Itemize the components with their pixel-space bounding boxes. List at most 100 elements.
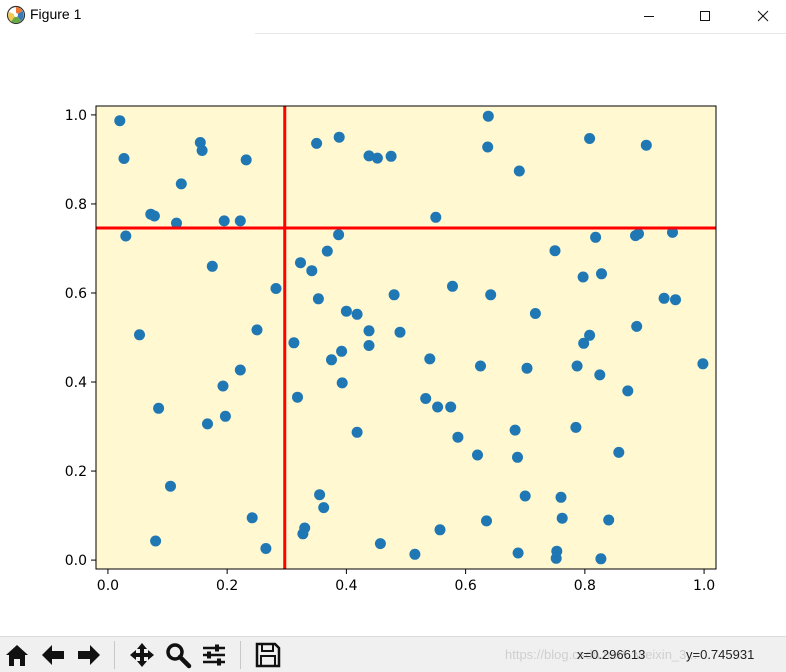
scatter-point	[549, 245, 561, 257]
scatter-point	[118, 153, 130, 164]
x-tick-label: 0.0	[97, 578, 119, 594]
scatter-point	[594, 369, 606, 381]
home-button[interactable]	[1, 640, 33, 670]
scatter-point	[584, 329, 596, 341]
save-button[interactable]	[252, 640, 284, 670]
scatter-point	[234, 364, 246, 376]
scatter-point	[150, 535, 162, 547]
y-tick-label: 1.0	[65, 108, 87, 124]
scatter-point	[409, 548, 421, 560]
scatter-point	[371, 152, 383, 164]
scatter-point	[292, 391, 303, 403]
scatter-point	[512, 547, 524, 559]
scatter-point	[336, 377, 348, 389]
scatter-point	[658, 292, 670, 304]
scatter-point	[482, 141, 494, 153]
home-icon	[6, 645, 28, 666]
maximize-button[interactable]	[682, 0, 728, 32]
configure-subplots-icon	[203, 644, 225, 666]
scatter-point	[351, 308, 363, 320]
zoom-icon	[166, 643, 192, 669]
maximize-icon	[700, 11, 710, 21]
scatter-point	[555, 491, 567, 503]
scatter-point	[577, 271, 589, 283]
scatter-point	[374, 538, 386, 550]
scatter-point	[234, 215, 246, 227]
y-tick-label: 0.6	[65, 286, 87, 302]
title-bar: Figure 1	[0, 0, 786, 32]
scatter-point	[260, 543, 272, 554]
scatter-point	[165, 480, 176, 492]
scatter-point	[571, 360, 583, 372]
zoom-button[interactable]	[162, 640, 194, 670]
y-tick-label: 0.4	[65, 375, 87, 391]
scatter-point	[206, 260, 218, 272]
minimize-button[interactable]	[626, 0, 672, 32]
configure-subplots-button[interactable]	[198, 640, 230, 670]
scatter-point	[613, 446, 625, 458]
scatter-point	[472, 449, 483, 461]
x-tick-label: 0.6	[454, 578, 476, 594]
scatter-point	[432, 401, 444, 413]
scatter-point	[529, 308, 541, 319]
scatter-point	[445, 401, 457, 413]
scatter-point	[314, 489, 326, 501]
scatter-point	[321, 245, 333, 257]
close-button[interactable]	[740, 0, 786, 32]
scatter-point	[590, 231, 602, 243]
navigation-toolbar: https://blog.csdn.net/...weixin_3... x=0…	[0, 636, 786, 672]
scatter-point	[521, 362, 533, 374]
x-tick-label: 0.4	[335, 578, 357, 594]
plot-area[interactable]	[96, 106, 716, 569]
forward-button[interactable]	[73, 640, 105, 670]
scatter-point	[485, 289, 497, 301]
x-tick-label: 1.0	[693, 578, 715, 594]
scatter-point	[482, 110, 494, 122]
scatter-point	[481, 515, 492, 527]
pan-icon	[130, 643, 154, 667]
scatter-point	[218, 215, 230, 227]
scatter-point	[312, 293, 324, 305]
forward-arrow-icon	[78, 645, 100, 665]
scatter-point	[251, 324, 263, 336]
matplotlib-icon	[6, 5, 26, 25]
scatter-point	[336, 345, 348, 357]
scatter-point	[385, 150, 397, 162]
scatter-point	[633, 228, 644, 240]
scatter-point	[333, 229, 345, 241]
scatter-point	[420, 393, 432, 404]
x-tick-label: 0.8	[574, 578, 596, 594]
scatter-point	[447, 280, 458, 292]
scatter-point	[475, 360, 486, 372]
scatter-point	[584, 133, 596, 144]
scatter-point	[424, 353, 436, 365]
scatter-point	[556, 512, 568, 524]
figure-canvas[interactable]: 0.0 0.2 0.4 0.6 0.8 1.0 0.0 0.2 0.4 0.6 0.8 1.0	[0, 34, 786, 636]
scatter-point	[363, 340, 375, 351]
minimize-icon	[644, 16, 654, 17]
scatter-point	[430, 211, 442, 223]
scatter-point	[333, 131, 345, 143]
scatter-point	[509, 424, 521, 436]
window-title: Figure 1	[30, 6, 82, 22]
back-button[interactable]	[37, 640, 69, 670]
back-arrow-icon	[42, 645, 64, 665]
scatter-point	[596, 268, 607, 280]
scatter-point	[240, 154, 252, 166]
scatter-point	[434, 524, 446, 536]
scatter-point	[670, 294, 681, 306]
scatter-point	[631, 320, 643, 332]
scatter-point	[640, 139, 652, 151]
scatter-point	[311, 137, 323, 149]
scatter-point	[270, 283, 282, 294]
y-tick-label: 0.0	[65, 553, 87, 569]
close-icon	[757, 10, 769, 22]
pan-button[interactable]	[126, 640, 158, 670]
scatter-point	[114, 115, 126, 127]
x-coordinate-readout: x=0.296613	[577, 647, 646, 662]
toolbar-separator	[114, 641, 115, 669]
scatter-point	[340, 305, 352, 317]
scatter-point	[217, 380, 229, 392]
scatter-point	[219, 410, 231, 422]
scatter-point	[295, 257, 306, 269]
